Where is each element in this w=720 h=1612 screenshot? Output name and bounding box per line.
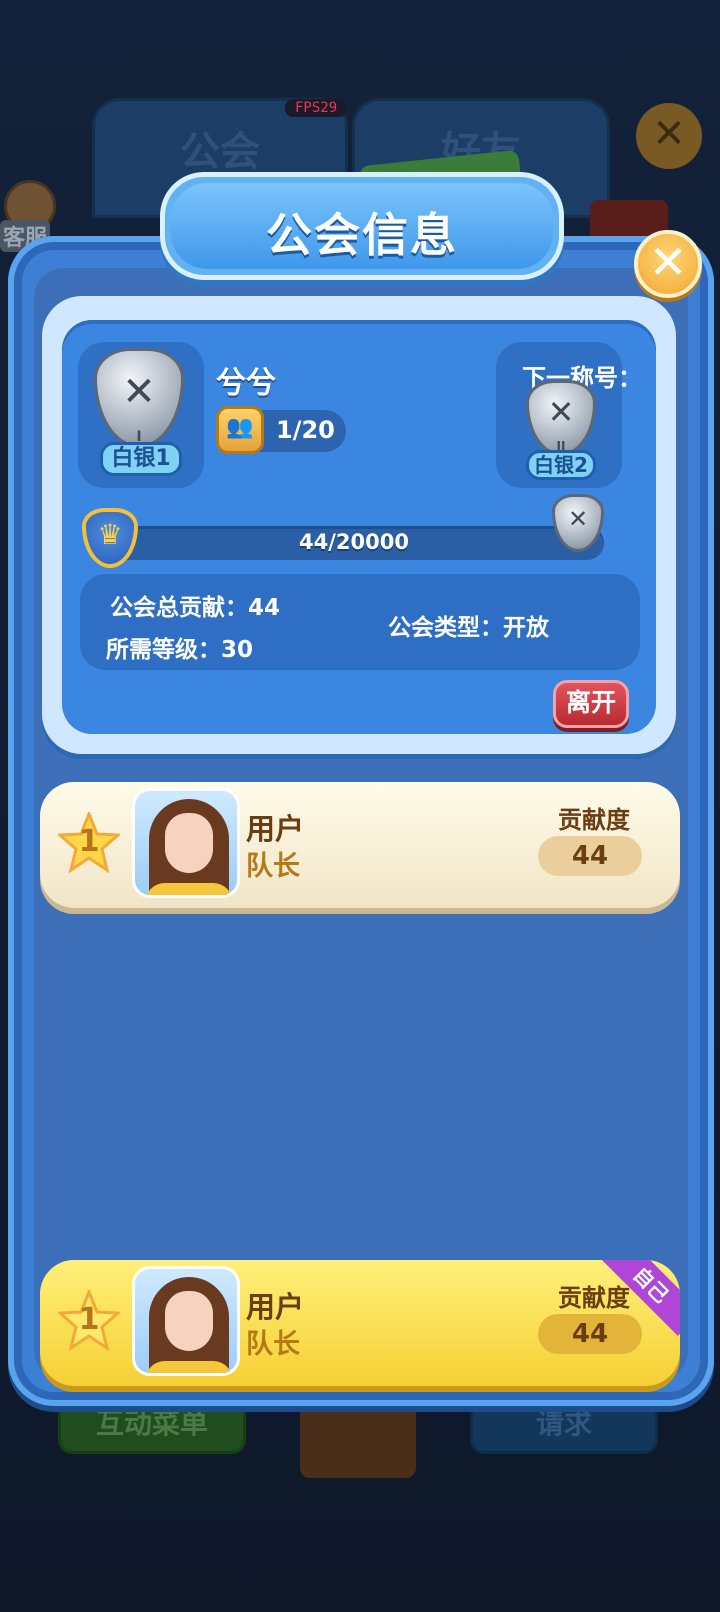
- current-rank-box: ✕ I 白银1: [78, 342, 204, 488]
- member-row[interactable]: 1 用户 队长 贡献度 44: [40, 782, 680, 908]
- contribution-value: 44: [538, 836, 642, 876]
- self-rank-star-icon: 1: [56, 1287, 122, 1352]
- self-member-row[interactable]: 1 用户 队长 贡献度 44 自己: [40, 1260, 680, 1386]
- progress-text: 44/20000: [299, 530, 409, 554]
- member-role: 队长: [246, 851, 300, 882]
- guild-type: 公会类型：开放: [388, 615, 549, 641]
- self-contribution-value: 44: [538, 1314, 642, 1354]
- avatar: [132, 788, 240, 898]
- member-count: 👥 1/20: [216, 406, 346, 454]
- member-rank: 1: [78, 824, 100, 859]
- self-contribution-label: 贡献度: [558, 1284, 630, 1312]
- next-spatula-fork-icon: ✕: [547, 393, 575, 431]
- silver-shield-icon: ✕ I: [94, 348, 184, 448]
- member-name: 用户: [246, 812, 305, 846]
- next-rank-label: 白银2: [526, 450, 596, 480]
- current-rank-label: 白银1: [100, 442, 182, 476]
- tab-guild-label: 公会: [180, 129, 260, 175]
- spatula-fork-icon: ✕: [122, 369, 156, 415]
- self-avatar: [132, 1266, 240, 1376]
- self-rank: 1: [78, 1302, 100, 1337]
- rank-star-icon: 1: [56, 809, 122, 874]
- fps-counter: FPS29: [285, 99, 348, 117]
- required-level: 所需等级：30: [106, 637, 254, 663]
- self-name: 用户: [246, 1290, 305, 1324]
- leave-button[interactable]: 离开: [553, 680, 629, 728]
- dialog-title-plate: 公会信息: [160, 172, 564, 280]
- close-icon[interactable]: ✕: [634, 230, 702, 298]
- total-contribution: 公会总贡献：44: [110, 595, 281, 621]
- guild-name: 兮兮: [216, 366, 276, 401]
- dialog-title: 公会信息: [266, 208, 458, 262]
- self-role: 队长: [246, 1329, 300, 1360]
- members-icon: 👥: [216, 406, 264, 454]
- background-close-icon[interactable]: ✕: [636, 103, 702, 169]
- progress-bar: 44/20000: [104, 526, 604, 560]
- contribution-label: 贡献度: [558, 806, 630, 834]
- next-silver-shield-icon: ✕ II: [526, 380, 596, 456]
- member-count-text: 1/20: [276, 416, 335, 444]
